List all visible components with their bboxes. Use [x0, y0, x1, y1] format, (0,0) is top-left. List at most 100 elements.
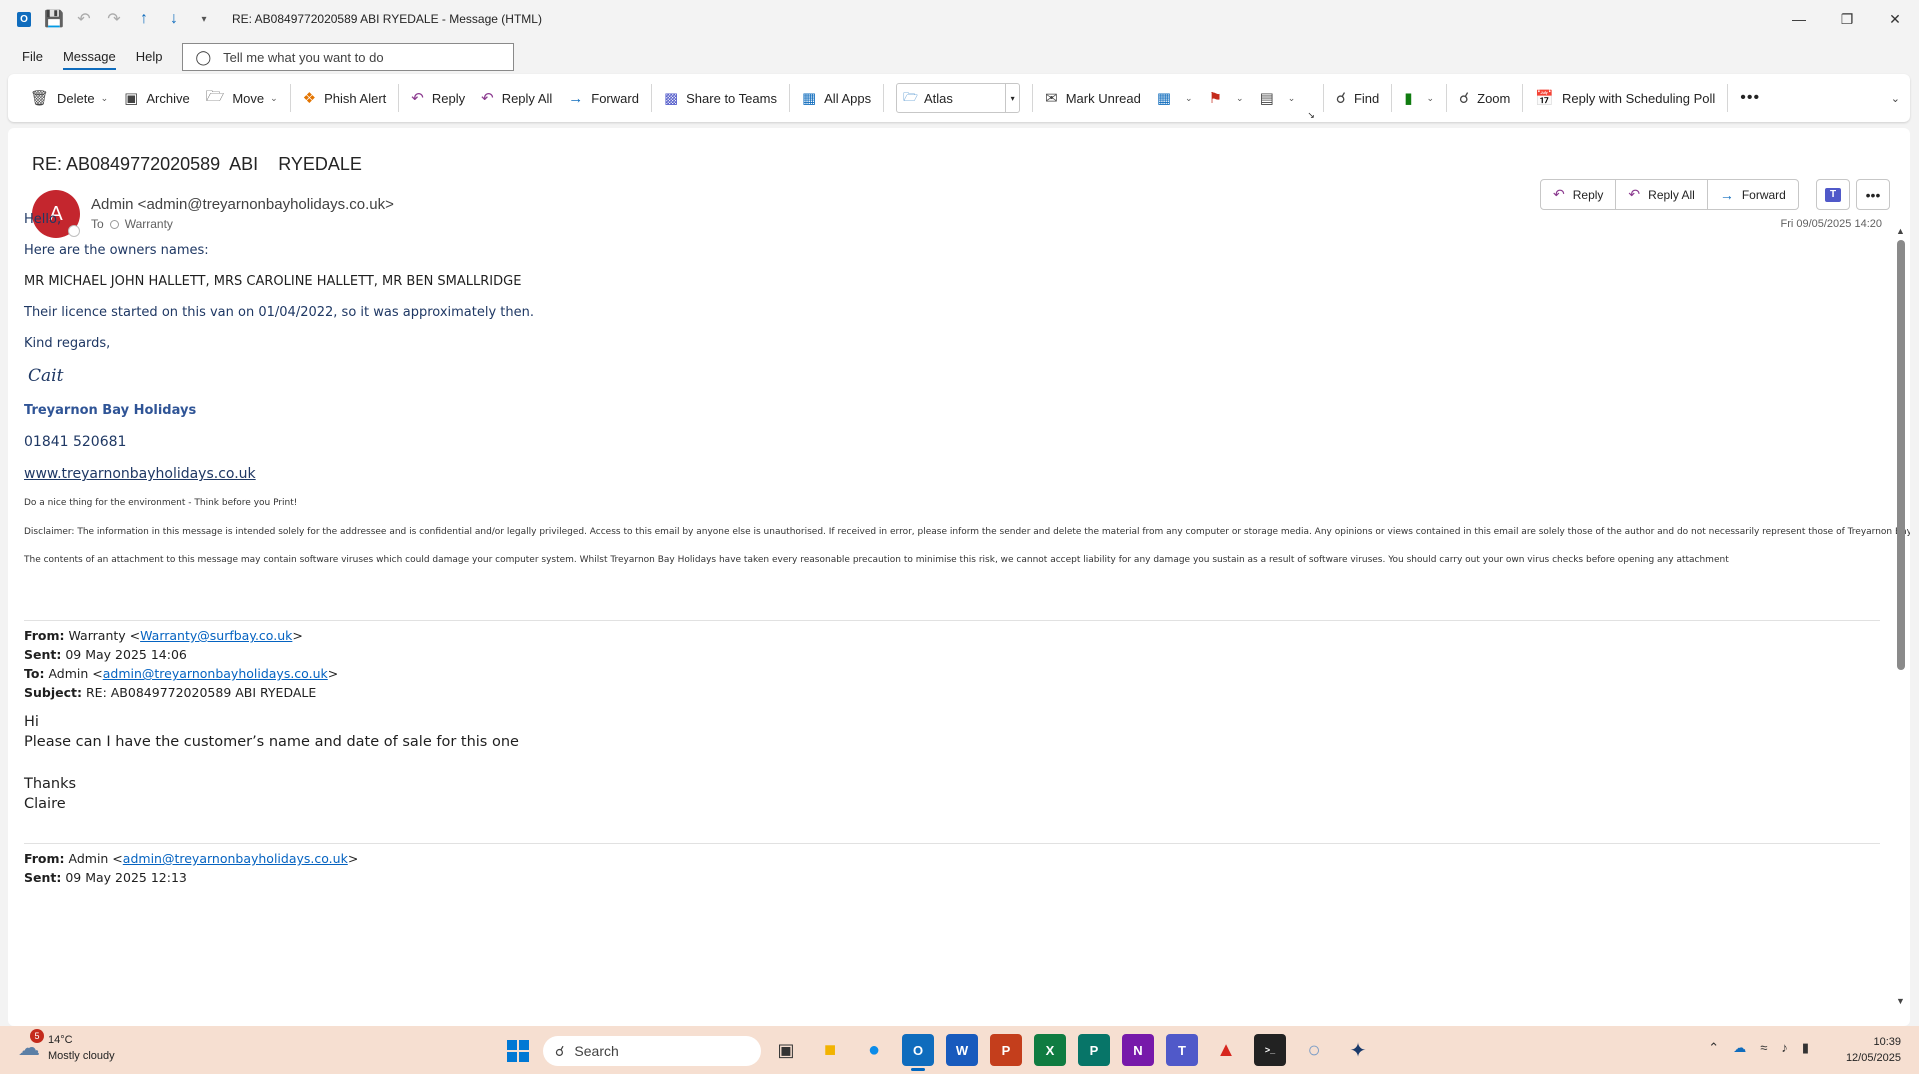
- ellipsis-icon: •••: [1740, 89, 1761, 106]
- dialog-launcher[interactable]: ↘: [1303, 108, 1319, 122]
- clock[interactable]: 10:39 12/05/2025: [1846, 1034, 1901, 1066]
- scroll-thumb[interactable]: [1897, 240, 1905, 670]
- chevron-down-icon[interactable]: ⌄: [270, 93, 278, 104]
- redo-icon[interactable]: ↷: [104, 9, 124, 29]
- tell-me-search[interactable]: ◯ Tell me what you want to do: [182, 43, 515, 71]
- next-item-icon[interactable]: ↓: [164, 9, 184, 29]
- word-icon[interactable]: W: [946, 1034, 978, 1066]
- publisher-icon[interactable]: P: [1078, 1034, 1110, 1066]
- separator: [1522, 84, 1524, 112]
- customize-toolbar-icon[interactable]: ▾: [194, 9, 214, 29]
- flag-icon: ⚑: [1208, 90, 1223, 107]
- reply-all-button[interactable]: ↶ Reply All: [473, 82, 560, 114]
- categorize-icon: ▦: [1156, 90, 1172, 107]
- quoted-thanks: Thanks: [24, 776, 77, 792]
- envelope-icon: ✉: [1045, 90, 1058, 107]
- reply-button[interactable]: ↶ Reply: [403, 82, 473, 114]
- terminal-icon[interactable]: >_: [1254, 1034, 1286, 1066]
- menu-file[interactable]: File: [12, 42, 53, 72]
- battery-icon[interactable]: ▮: [1802, 1040, 1809, 1056]
- presence-icon: [68, 225, 80, 237]
- mark-unread-button[interactable]: ✉ Mark Unread: [1037, 82, 1149, 114]
- fish-hook-icon: ❖: [302, 90, 317, 107]
- translate-button[interactable]: ▮ ⌄: [1396, 82, 1442, 114]
- follow-up-button[interactable]: ⚑ ⌄: [1201, 82, 1252, 114]
- reply-label: Reply: [431, 90, 466, 106]
- more-options-button[interactable]: •••: [1732, 82, 1768, 114]
- onedrive-icon[interactable]: ☁: [1733, 1040, 1746, 1056]
- outlook-icon[interactable]: O: [902, 1034, 934, 1071]
- quoted-to: To: Admin <admin@treyarnonbayholidays.co…: [24, 666, 339, 681]
- minimize-button[interactable]: —: [1775, 0, 1823, 38]
- reply-button[interactable]: ↶ Reply: [1541, 180, 1617, 209]
- email-link[interactable]: admin@treyarnonbayholidays.co.uk: [103, 666, 328, 681]
- forward-button[interactable]: → Forward: [560, 82, 647, 114]
- all-apps-button[interactable]: ▦ All Apps: [794, 82, 879, 114]
- menu-message[interactable]: Message: [53, 42, 126, 72]
- reply-all-button[interactable]: ↶ Reply All: [1616, 180, 1708, 209]
- move-label: Move: [232, 90, 265, 106]
- forward-icon: →: [568, 89, 584, 107]
- weather-widget[interactable]: ☁ 5 14°C Mostly cloudy: [18, 1029, 115, 1064]
- more-actions-button[interactable]: •••: [1856, 179, 1890, 210]
- delete-button[interactable]: 🗑 Delete ⌄: [22, 82, 116, 114]
- onenote-icon[interactable]: N: [1122, 1034, 1154, 1066]
- separator: [1032, 84, 1034, 112]
- undo-icon[interactable]: ↶: [74, 9, 94, 29]
- phish-alert-button[interactable]: ❖ Phish Alert: [295, 82, 395, 114]
- wifi-icon[interactable]: ≈: [1760, 1040, 1767, 1056]
- zoom-button[interactable]: ☌ Zoom: [1451, 82, 1518, 114]
- volume-icon[interactable]: ♪: [1781, 1040, 1788, 1056]
- rules-button[interactable]: ▤ ⌄: [1252, 82, 1304, 114]
- categorize-button[interactable]: ▦ ⌄: [1149, 82, 1201, 114]
- intro-text: Here are the owners names:: [24, 243, 209, 258]
- vertical-scrollbar[interactable]: ▲ ▼: [1896, 226, 1906, 1006]
- archive-label: Archive: [146, 90, 190, 106]
- task-view-icon[interactable]: ▣: [770, 1034, 802, 1066]
- move-button[interactable]: 🗁 Move ⌄: [198, 82, 286, 114]
- date: 12/05/2025: [1845, 1052, 1901, 1064]
- company-name: Treyarnon Bay Holidays: [24, 403, 197, 418]
- file-explorer-icon[interactable]: ■: [814, 1034, 846, 1066]
- share-to-teams-button[interactable]: ▩ Share to Teams: [656, 82, 785, 114]
- reply-all-icon: ↶: [1628, 186, 1641, 202]
- website-link[interactable]: www.treyarnonbayholidays.co.uk: [24, 466, 256, 482]
- tool-icon[interactable]: ✦: [1342, 1034, 1374, 1066]
- forward-button[interactable]: → Forward: [1708, 180, 1798, 209]
- received-date: Fri 09/05/2025 14:20: [1780, 218, 1882, 230]
- chevron-up-icon[interactable]: ⌃: [1708, 1040, 1719, 1056]
- separator: [883, 84, 885, 112]
- powerpoint-icon[interactable]: P: [990, 1034, 1022, 1066]
- scroll-up-icon[interactable]: ▲: [1896, 226, 1905, 236]
- email-link[interactable]: Warranty@surfbay.co.uk: [140, 628, 292, 643]
- teams-chat-button[interactable]: T: [1816, 179, 1850, 210]
- recipient[interactable]: Warranty: [125, 217, 173, 231]
- reply-scheduling-poll-button[interactable]: 📅 Reply with Scheduling Poll: [1527, 82, 1723, 114]
- start-button[interactable]: [507, 1040, 529, 1062]
- email-link[interactable]: admin@treyarnonbayholidays.co.uk: [123, 851, 348, 866]
- teams-icon[interactable]: T: [1166, 1034, 1198, 1066]
- previous-item-icon[interactable]: ↑: [134, 9, 154, 29]
- chevron-down-icon[interactable]: ⌄: [101, 93, 109, 104]
- lightbulb-icon: ◯: [195, 48, 212, 65]
- scroll-down-icon[interactable]: ▼: [1896, 996, 1905, 1006]
- acrobat-icon[interactable]: ▲: [1210, 1034, 1242, 1066]
- reply-all-icon: ↶: [481, 90, 494, 107]
- taskbar-search[interactable]: ☌ Search: [543, 1036, 761, 1066]
- restore-button[interactable]: ❐: [1823, 0, 1871, 38]
- edge-icon[interactable]: ●: [858, 1034, 890, 1066]
- notification-badge: 5: [30, 1029, 44, 1043]
- reply-icon: ↶: [1553, 186, 1565, 202]
- chevron-down-icon[interactable]: ▾: [1005, 84, 1019, 112]
- archive-button[interactable]: ▣ Archive: [116, 82, 198, 114]
- search-icon: ☌: [1335, 90, 1346, 107]
- atlas-dropdown[interactable]: 🗁 Atlas ▾: [896, 83, 1021, 113]
- excel-icon[interactable]: X: [1034, 1034, 1066, 1066]
- find-button[interactable]: ☌ Find: [1328, 82, 1387, 114]
- browser-icon[interactable]: ○: [1298, 1034, 1330, 1066]
- menu-help[interactable]: Help: [126, 42, 173, 72]
- save-icon[interactable]: 💾: [44, 9, 64, 29]
- ribbon-collapse-icon[interactable]: ⌄: [1891, 92, 1900, 105]
- close-button[interactable]: ✕: [1871, 0, 1919, 38]
- sender[interactable]: Admin <admin@treyarnonbayholidays.co.uk>: [91, 196, 394, 213]
